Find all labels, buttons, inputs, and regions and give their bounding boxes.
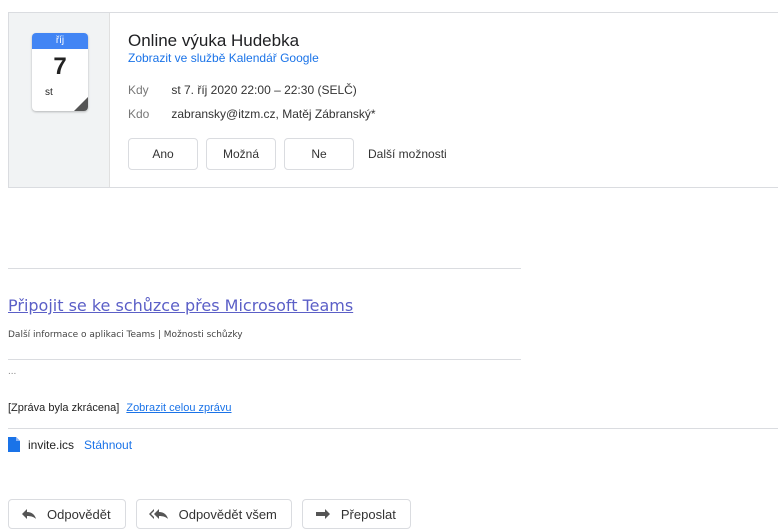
teams-separator: |	[157, 330, 161, 340]
who-value: zabransky@itzm.cz, Matěj Zábranský*	[171, 107, 376, 121]
calendar-weekday: st	[45, 87, 53, 98]
meeting-options-link[interactable]: Možnosti schůzky	[164, 330, 243, 340]
reply-action-bar: Odpovědět Odpovědět všem Přeposlat	[8, 499, 421, 529]
rsvp-no-button[interactable]: Ne	[284, 138, 354, 170]
event-when-row: Kdy st 7. říj 2020 22:00 – 22:30 (SELČ)	[128, 83, 357, 97]
view-in-calendar-link[interactable]: Zobrazit ve službě Kalendář Google	[128, 51, 319, 65]
reply-label: Odpovědět	[47, 506, 111, 522]
calendar-date-icon: říj 7 st	[32, 33, 88, 111]
event-who-row: Kdo zabransky@itzm.cz, Matěj Zábranský*	[128, 107, 376, 121]
calendar-corner-icon	[74, 97, 88, 111]
rsvp-buttons: Ano Možná Ne Další možnosti	[128, 138, 447, 170]
show-full-message-link[interactable]: Zobrazit celou zprávu	[126, 402, 231, 414]
forward-button[interactable]: Přeposlat	[301, 499, 411, 529]
reply-icon	[22, 509, 36, 519]
teams-info-line: Další informace o aplikaci Teams | Možno…	[8, 330, 243, 340]
divider-attachment	[8, 428, 778, 429]
date-column: říj 7 st	[9, 13, 110, 187]
quoted-text-ellipsis[interactable]: ...	[8, 366, 16, 377]
rsvp-yes-button[interactable]: Ano	[128, 138, 198, 170]
event-details: Online výuka Hudebka Zobrazit ve službě …	[128, 31, 319, 65]
event-invitation-card: říj 7 st Online výuka Hudebka Zobrazit v…	[8, 12, 778, 188]
divider-bottom	[8, 359, 521, 360]
who-label: Kdo	[128, 107, 150, 121]
event-title: Online výuka Hudebka	[128, 31, 300, 50]
attachment-download-link[interactable]: Stáhnout	[84, 438, 132, 452]
truncated-notice: [Zpráva byla zkrácena] Zobrazit celou zp…	[8, 402, 232, 414]
file-icon	[8, 437, 20, 452]
truncated-text: [Zpráva byla zkrácena]	[8, 402, 120, 414]
divider-top	[8, 268, 521, 269]
join-teams-meeting-link[interactable]: Připojit se ke schůzce přes Microsoft Te…	[8, 296, 353, 315]
teams-info-link[interactable]: Další informace o aplikaci Teams	[8, 330, 155, 340]
reply-button[interactable]: Odpovědět	[8, 499, 126, 529]
reply-all-label: Odpovědět všem	[178, 506, 277, 522]
attachment-name[interactable]: invite.ics	[28, 438, 74, 452]
when-value: st 7. říj 2020 22:00 – 22:30 (SELČ)	[171, 83, 357, 97]
rsvp-more-options[interactable]: Další možnosti	[368, 147, 447, 161]
rsvp-maybe-button[interactable]: Možná	[206, 138, 276, 170]
reply-all-button[interactable]: Odpovědět všem	[135, 499, 292, 529]
forward-icon	[315, 509, 330, 519]
calendar-day: 7	[53, 53, 67, 80]
forward-label: Přeposlat	[340, 506, 396, 522]
calendar-month: říj	[32, 33, 88, 49]
reply-all-icon	[148, 509, 168, 519]
when-label: Kdy	[128, 83, 149, 97]
attachment-row: invite.ics Stáhnout	[8, 437, 132, 452]
